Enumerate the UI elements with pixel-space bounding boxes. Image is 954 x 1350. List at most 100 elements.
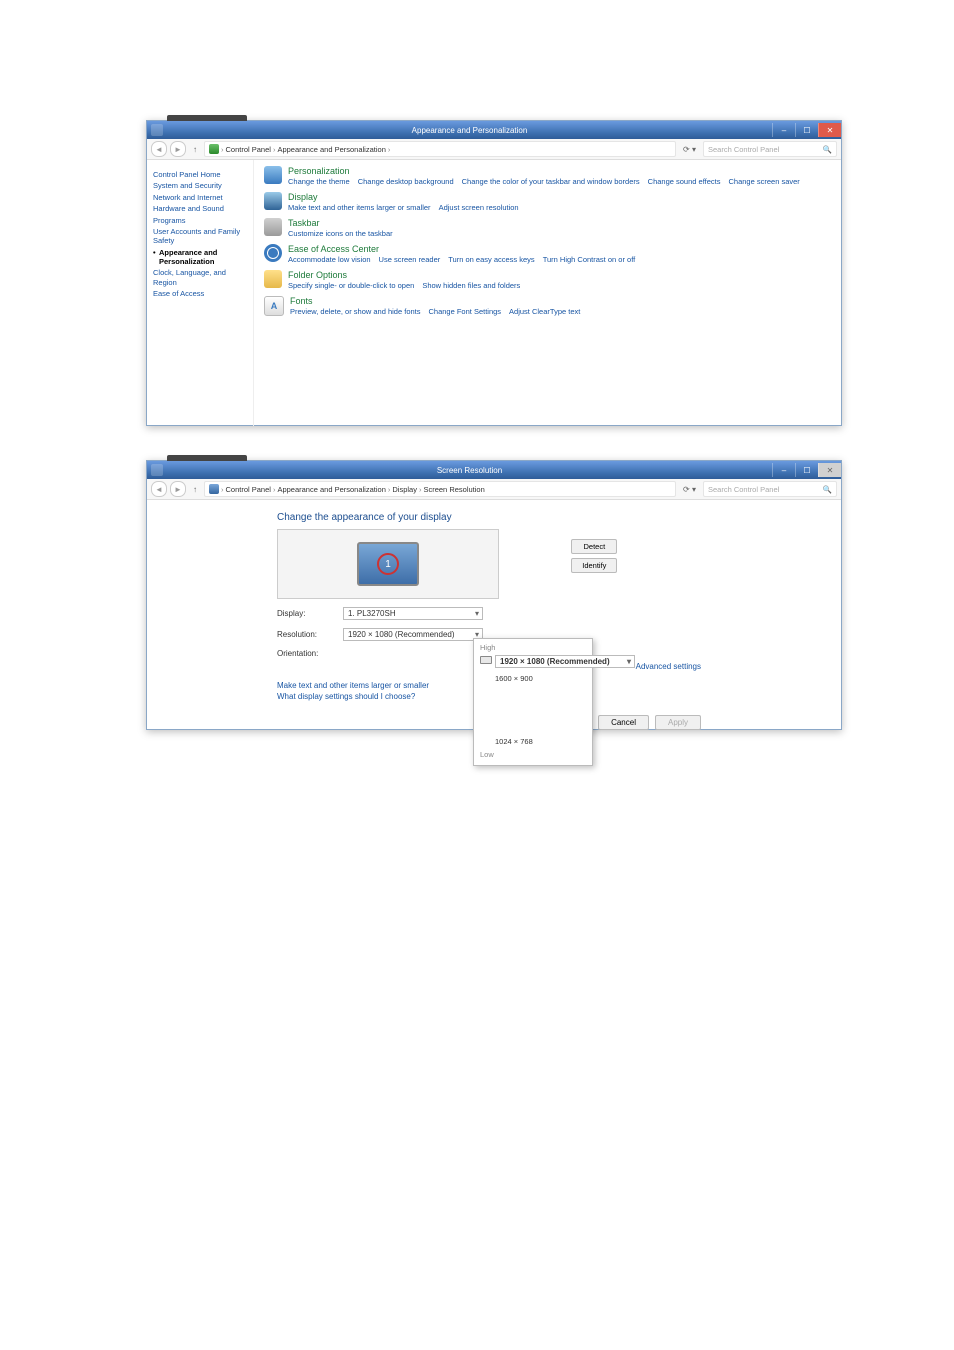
slider-thumb[interactable] (480, 656, 492, 664)
refresh-button[interactable]: ⟳ ▾ (679, 145, 700, 154)
display-label: Display: (277, 609, 333, 618)
window-icon (151, 124, 163, 136)
control-panel-icon (209, 144, 219, 154)
link-easy-access-keys[interactable]: Turn on easy access keys (448, 255, 534, 264)
control-panel-window-appearance: Appearance and Personalization – ☐ ✕ ◄ ►… (146, 120, 842, 426)
forward-button[interactable]: ► (170, 481, 186, 497)
category-title[interactable]: Taskbar (288, 218, 831, 228)
search-placeholder: Search Control Panel (708, 145, 779, 154)
minimize-button[interactable]: – (772, 123, 795, 137)
minimize-button[interactable]: – (772, 463, 795, 477)
crumb-part[interactable]: Appearance and Personalization (277, 145, 385, 154)
personalization-icon (264, 166, 282, 184)
resolution-dropdown[interactable]: High 1920 × 1080 (Recommended) 1600 × 90… (473, 638, 593, 766)
link-preview-fonts[interactable]: Preview, delete, or show and hide fonts (290, 307, 421, 316)
crumb-part[interactable]: Appearance and Personalization (277, 485, 385, 494)
sidebar: Control Panel Home System and Security N… (147, 160, 254, 426)
crumb-part[interactable]: Control Panel (226, 145, 271, 154)
search-icon: 🔍 (823, 145, 832, 154)
up-button[interactable]: ↑ (189, 145, 201, 154)
maximize-button[interactable]: ☐ (795, 123, 818, 137)
address-bar: ◄ ► ↑ › Control Panel › Appearance and P… (147, 139, 841, 160)
link-change-sound[interactable]: Change sound effects (648, 177, 721, 186)
dropdown-low-label: Low (480, 750, 586, 759)
category-title[interactable]: Fonts (290, 296, 831, 306)
category-title[interactable]: Folder Options (288, 270, 831, 280)
address-bar: ◄ ► ↑ › Control Panel › Appearance and P… (147, 479, 841, 500)
sidebar-item-appearance[interactable]: Appearance and Personalization (153, 248, 247, 267)
refresh-button[interactable]: ⟳ ▾ (679, 485, 700, 494)
fonts-icon: A (264, 296, 284, 316)
apply-button[interactable]: Apply (655, 715, 701, 730)
breadcrumb[interactable]: › Control Panel › Appearance and Persona… (204, 141, 676, 157)
crumb-part[interactable]: Display (392, 485, 417, 494)
display-icon (209, 484, 219, 494)
monitor-thumbnail[interactable]: 1 (357, 542, 419, 586)
sidebar-item-network[interactable]: Network and Internet (153, 193, 247, 202)
breadcrumb[interactable]: › Control Panel › Appearance and Persona… (204, 481, 676, 497)
link-click-to-open[interactable]: Specify single- or double-click to open (288, 281, 414, 290)
link-cleartype[interactable]: Adjust ClearType text (509, 307, 580, 316)
sidebar-item-hardware[interactable]: Hardware and Sound (153, 204, 247, 213)
resolution-option[interactable]: 1920 × 1080 (Recommended) (495, 655, 635, 668)
search-placeholder: Search Control Panel (708, 485, 779, 494)
screen-resolution-window: Screen Resolution – ☐ ✕ ◄ ► ↑ › Control … (146, 460, 842, 730)
back-button[interactable]: ◄ (151, 481, 167, 497)
category-title[interactable]: Display (288, 192, 831, 202)
link-adjust-resolution[interactable]: Adjust screen resolution (439, 203, 519, 212)
resolution-option[interactable]: 1024 × 768 (495, 737, 635, 746)
sidebar-item-users[interactable]: User Accounts and Family Safety (153, 227, 247, 246)
resolution-label: Resolution: (277, 630, 333, 639)
orientation-label: Orientation: (277, 649, 333, 658)
link-change-screensaver[interactable]: Change screen saver (729, 177, 800, 186)
folder-options-icon (264, 270, 282, 288)
titlebar: Appearance and Personalization – ☐ ✕ (147, 121, 841, 139)
up-button[interactable]: ↑ (189, 485, 201, 494)
detect-button[interactable]: Detect (571, 539, 617, 554)
link-make-text-larger[interactable]: Make text and other items larger or smal… (288, 203, 431, 212)
advanced-settings-link[interactable]: Advanced settings (636, 662, 701, 671)
window-icon (151, 464, 163, 476)
identify-button[interactable]: Identify (571, 558, 617, 573)
crumb-part[interactable]: Screen Resolution (423, 485, 484, 494)
link-customize-taskbar-icons[interactable]: Customize icons on the taskbar (288, 229, 393, 238)
search-icon: 🔍 (823, 485, 832, 494)
window-title: Screen Resolution (167, 466, 772, 475)
forward-button[interactable]: ► (170, 141, 186, 157)
category-title[interactable]: Ease of Access Center (288, 244, 831, 254)
sidebar-item-programs[interactable]: Programs (153, 216, 247, 225)
back-button[interactable]: ◄ (151, 141, 167, 157)
display-select[interactable]: 1. PL3270SH (343, 607, 483, 620)
category-title[interactable]: Personalization (288, 166, 831, 176)
content-area: Personalization Change the theme Change … (254, 160, 841, 426)
link-low-vision[interactable]: Accommodate low vision (288, 255, 371, 264)
resolution-option[interactable]: 1600 × 900 (495, 674, 635, 683)
crumb-part[interactable]: Control Panel (226, 485, 271, 494)
monitor-number-badge: 1 (377, 553, 399, 575)
close-button[interactable]: ✕ (818, 123, 841, 137)
sidebar-item-home[interactable]: Control Panel Home (153, 170, 247, 179)
dropdown-high-label: High (480, 643, 586, 652)
link-change-taskbar-color[interactable]: Change the color of your taskbar and win… (462, 177, 640, 186)
monitor-preview-panel[interactable]: 1 (277, 529, 499, 599)
maximize-button[interactable]: ☐ (795, 463, 818, 477)
link-font-settings[interactable]: Change Font Settings (429, 307, 502, 316)
titlebar: Screen Resolution – ☐ ✕ (147, 461, 841, 479)
window-title: Appearance and Personalization (167, 126, 772, 135)
sidebar-item-clock[interactable]: Clock, Language, and Region (153, 268, 247, 287)
link-change-theme[interactable]: Change the theme (288, 177, 350, 186)
search-input[interactable]: Search Control Panel 🔍 (703, 141, 837, 157)
close-button[interactable]: ✕ (818, 463, 841, 477)
display-icon (264, 192, 282, 210)
search-input[interactable]: Search Control Panel 🔍 (703, 481, 837, 497)
page-heading: Change the appearance of your display (277, 512, 717, 523)
link-screen-reader[interactable]: Use screen reader (379, 255, 441, 264)
link-change-desktop-bg[interactable]: Change desktop background (358, 177, 454, 186)
sidebar-item-ease[interactable]: Ease of Access (153, 289, 247, 298)
ease-of-access-icon (264, 244, 282, 262)
link-show-hidden[interactable]: Show hidden files and folders (422, 281, 520, 290)
sidebar-item-system[interactable]: System and Security (153, 181, 247, 190)
link-high-contrast[interactable]: Turn High Contrast on or off (543, 255, 636, 264)
resolution-select[interactable]: 1920 × 1080 (Recommended) (343, 628, 483, 641)
taskbar-icon (264, 218, 282, 236)
